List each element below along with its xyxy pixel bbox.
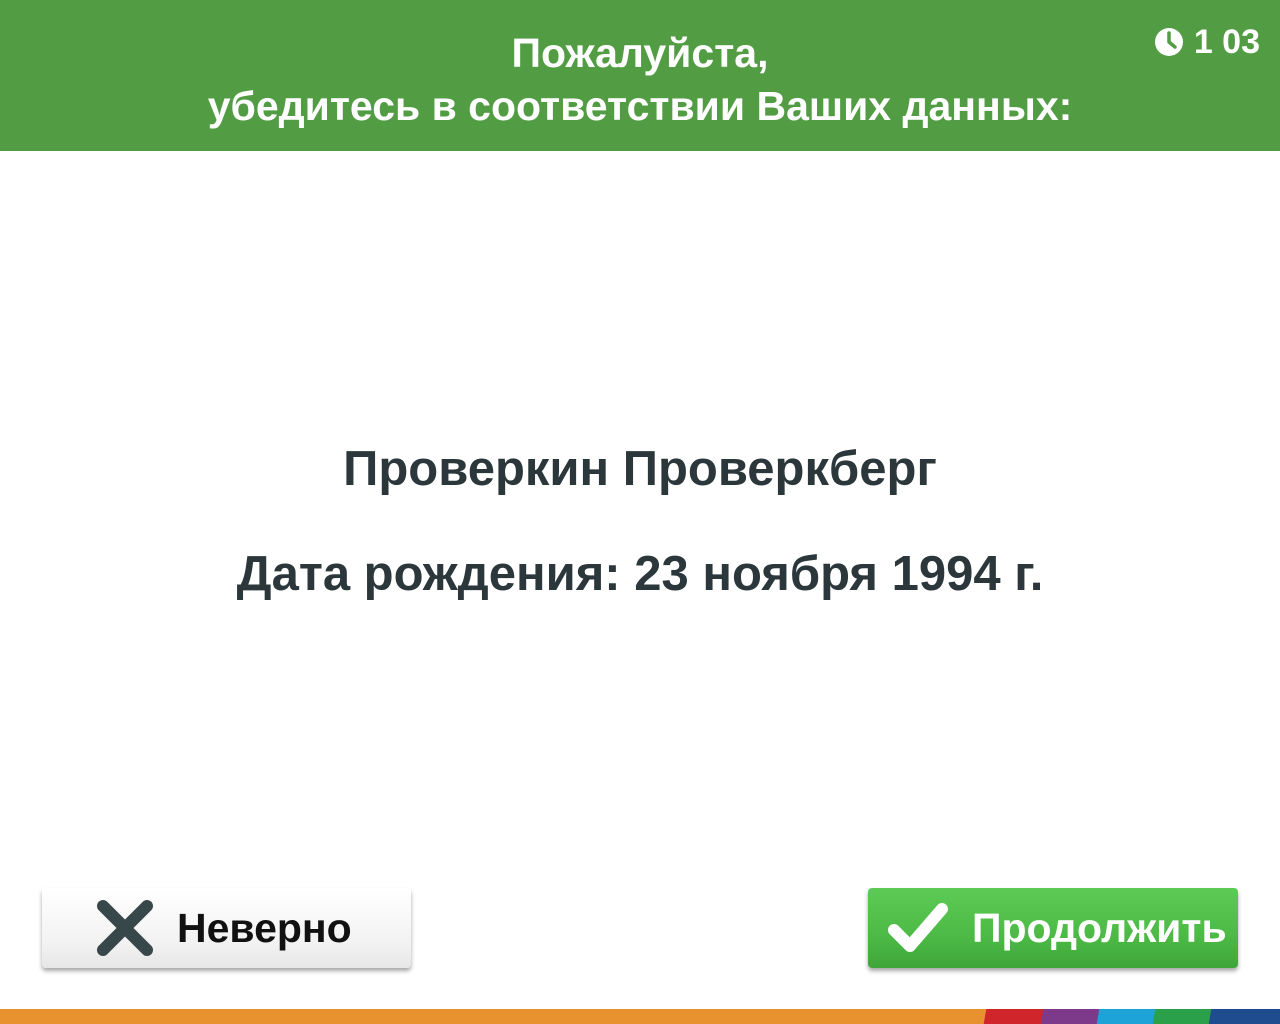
footer-color-bar [0,1009,1280,1024]
confirmation-screen: Пожалуйста, убедитесь в соответствии Ваш… [0,0,1280,1024]
wrong-button-label: Неверно [177,904,352,951]
session-timer: 1 03 [1154,22,1260,61]
bar-segment-navy [1208,1009,1280,1024]
birth-date: Дата рождения: 23 ноября 1994 г. [236,547,1044,601]
person-name: Проверкин Проверкберг [343,442,937,496]
wrong-button[interactable]: Неверно [42,888,411,968]
check-icon [888,900,948,956]
close-icon [95,898,155,958]
bar-segment-orange [0,1009,1000,1024]
header-bar: Пожалуйста, убедитесь в соответствии Ваш… [0,0,1280,151]
continue-button[interactable]: Продолжить [868,888,1238,968]
continue-button-label: Продолжить [972,904,1227,951]
title-line-2: убедитесь в соответствии Ваших данных: [207,83,1073,129]
page-title: Пожалуйста, убедитесь в соответствии Ваш… [0,27,1280,133]
timer-value: 1 03 [1193,22,1260,61]
clock-icon [1154,28,1183,56]
title-line-1: Пожалуйста, [511,30,769,76]
